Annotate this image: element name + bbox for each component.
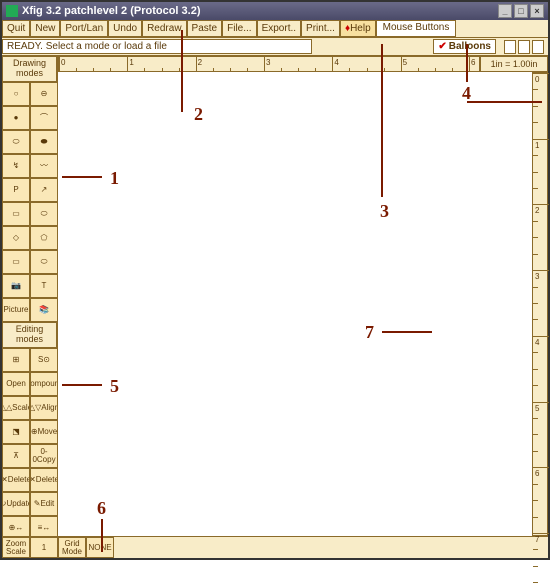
titlebar: Xfig 3.2 patchlevel 2 (Protocol 3.2) _ □…	[2, 2, 548, 20]
drawing-tool[interactable]: ⌒	[30, 106, 58, 130]
menubar: Quit New Port/Lan Undo Redraw Paste File…	[2, 20, 548, 38]
drawing-tool[interactable]: 〰	[30, 154, 58, 178]
drawing-modes-header: Drawing modes	[2, 56, 57, 82]
editing-tool[interactable]: S⊙	[30, 348, 58, 372]
drawing-tool[interactable]: ●	[2, 106, 30, 130]
balloons-toggle[interactable]: ✔ Balloons	[433, 39, 496, 54]
bottom-bar: Zoom Scale 1 Grid Mode NONE	[2, 536, 548, 558]
menu-quit[interactable]: Quit	[2, 20, 30, 37]
editing-tool[interactable]: ⬔	[2, 420, 30, 444]
grid-value[interactable]: NONE	[86, 537, 114, 558]
page-icon[interactable]	[532, 40, 544, 54]
drawing-tool[interactable]: ▭	[2, 202, 30, 226]
editing-tool[interactable]: △△Scale	[2, 396, 30, 420]
editing-tool[interactable]: ⊕↔	[2, 516, 30, 536]
app-window: Xfig 3.2 patchlevel 2 (Protocol 3.2) _ □…	[0, 0, 550, 560]
menu-new[interactable]: New	[30, 20, 60, 37]
drawing-canvas[interactable]	[58, 72, 532, 536]
menu-export[interactable]: Export..	[257, 20, 301, 37]
editing-tool[interactable]: Compound	[30, 372, 58, 396]
editing-tool[interactable]: ✎Edit	[30, 492, 58, 516]
drawing-tool[interactable]: ⬭	[30, 202, 58, 226]
tool-panel: Drawing modes ○⊖●⌒⬭⬬↯〰P↗▭⬭◇⬠▭⬭📷TPicture📚…	[2, 56, 58, 536]
drawing-tool[interactable]: ▭	[2, 250, 30, 274]
editing-tool[interactable]: ⊕Move	[30, 420, 58, 444]
app-icon	[6, 5, 18, 17]
menu-paste[interactable]: Paste	[187, 20, 223, 37]
drawing-tool[interactable]: ⊖	[30, 82, 58, 106]
editing-tool[interactable]: ✕Delete	[2, 468, 30, 492]
editing-tool[interactable]: ⊼	[2, 444, 30, 468]
drawing-tool[interactable]: ↯	[2, 154, 30, 178]
drawing-tool[interactable]: P	[2, 178, 30, 202]
menu-print[interactable]: Print...	[301, 20, 340, 37]
menu-redraw[interactable]: Redraw	[142, 20, 186, 37]
editing-tool[interactable]: ⊞	[2, 348, 30, 372]
drawing-tool[interactable]: ⬠	[30, 226, 58, 250]
grid-mode-button[interactable]: Grid Mode	[58, 537, 86, 558]
page-icons	[504, 40, 544, 54]
check-icon: ✔	[438, 41, 446, 52]
drawing-tool[interactable]: Picture	[2, 298, 30, 322]
menu-file[interactable]: File...	[222, 20, 256, 37]
editing-tool[interactable]: Open	[2, 372, 30, 396]
editing-tool[interactable]: ↻Update	[2, 492, 30, 516]
ruler-vertical: 01234567	[532, 72, 548, 536]
menu-undo[interactable]: Undo	[108, 20, 142, 37]
editing-modes-header: Editing modes	[2, 322, 57, 348]
zoom-value[interactable]: 1	[30, 537, 58, 558]
zoom-scale-button[interactable]: Zoom Scale	[2, 537, 30, 558]
drawing-tool[interactable]: ⬭	[30, 250, 58, 274]
window-title: Xfig 3.2 patchlevel 2 (Protocol 3.2)	[22, 5, 201, 17]
drawing-tool[interactable]: 📷	[2, 274, 30, 298]
close-button[interactable]: ×	[530, 4, 544, 18]
editing-tool[interactable]: ≡↔	[30, 516, 58, 536]
editing-tool[interactable]: △▽Align	[30, 396, 58, 420]
mouse-buttons-indicator: Mouse Buttons	[376, 20, 457, 37]
page-icon[interactable]	[504, 40, 516, 54]
drawing-tool[interactable]: ↗	[30, 178, 58, 202]
drawing-tool[interactable]: ⬭	[2, 130, 30, 154]
canvas-area: 0123456 1in = 1.00in 01234567	[58, 56, 548, 536]
status-message: READY. Select a mode or load a file	[2, 39, 312, 54]
drawing-tool[interactable]: ◇	[2, 226, 30, 250]
maximize-button[interactable]: □	[514, 4, 528, 18]
editing-tool[interactable]: 0-0Copy	[30, 444, 58, 468]
statusbar: READY. Select a mode or load a file ✔ Ba…	[2, 38, 548, 56]
page-icon[interactable]	[518, 40, 530, 54]
editing-tool[interactable]: ✕Delete	[30, 468, 58, 492]
drawing-tool[interactable]: ○	[2, 82, 30, 106]
menu-portlan[interactable]: Port/Lan	[60, 20, 108, 37]
menu-help[interactable]: ♦Help	[340, 20, 376, 37]
ruler-horizontal: 0123456	[58, 56, 480, 72]
drawing-tool[interactable]: T	[30, 274, 58, 298]
minimize-button[interactable]: _	[498, 4, 512, 18]
units-indicator[interactable]: 1in = 1.00in	[480, 56, 548, 72]
drawing-tool[interactable]: 📚	[30, 298, 58, 322]
drawing-tool[interactable]: ⬬	[30, 130, 58, 154]
